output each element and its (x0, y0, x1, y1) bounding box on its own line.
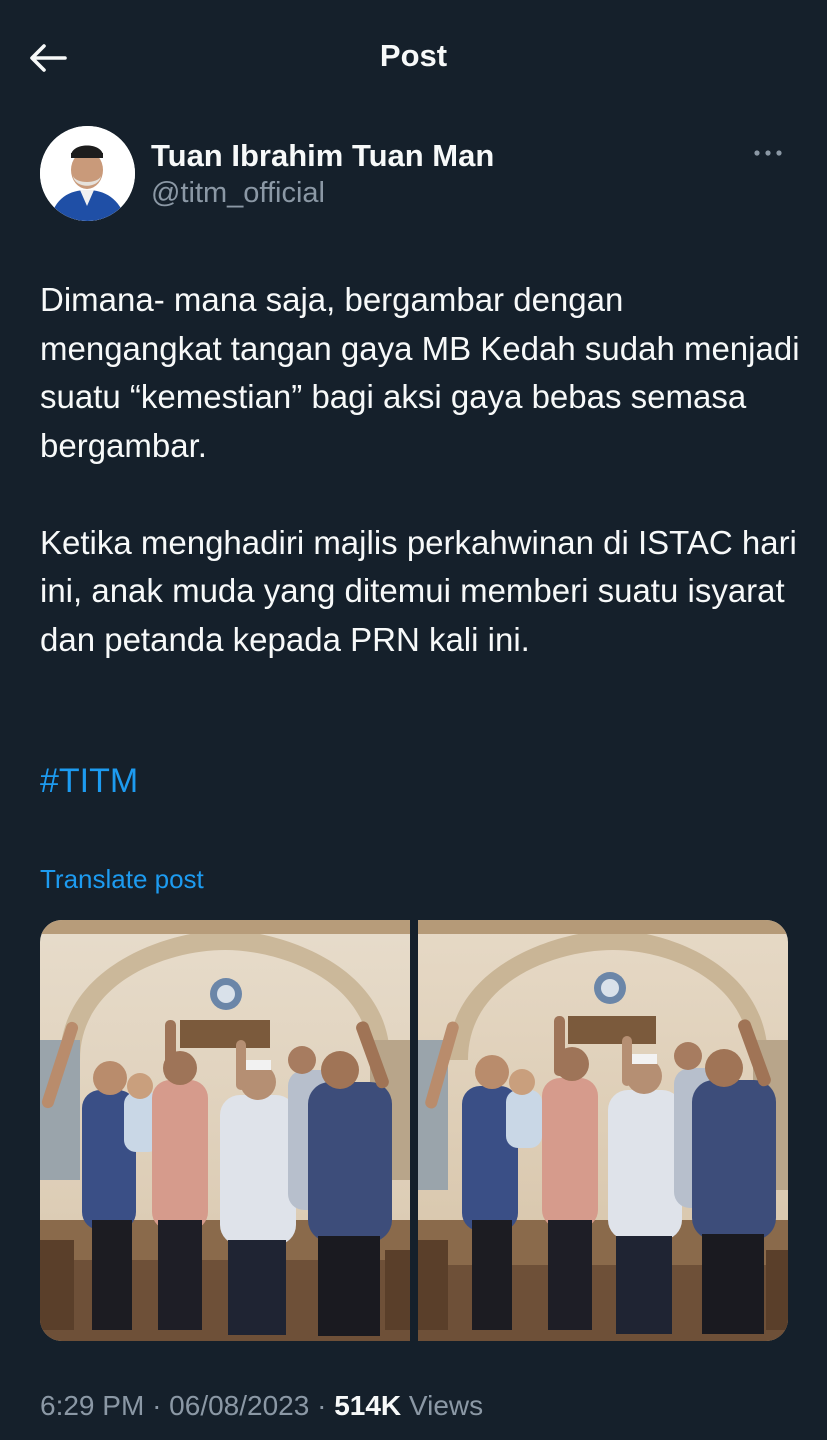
post-page: Post Tuan Ibrahim Tuan Man @titm_officia… (0, 0, 827, 1440)
author-handle[interactable]: @titm_official (151, 177, 325, 210)
meta-separator: · (317, 1390, 327, 1421)
hashtag-link[interactable]: #TITM (40, 762, 138, 801)
avatar[interactable] (40, 126, 135, 221)
author-name[interactable]: Tuan Ibrahim Tuan Man (151, 138, 494, 174)
author-row: Tuan Ibrahim Tuan Man @titm_official (40, 126, 790, 222)
page-title: Post (379, 38, 448, 73)
media-photo-2[interactable] (418, 920, 788, 1341)
post-text: Dimana- mana saja, bergambar dengan meng… (40, 281, 800, 658)
media-photo-1[interactable] (40, 920, 410, 1341)
media-grid (40, 920, 788, 1341)
more-horizontal-icon (754, 150, 782, 156)
more-options-button[interactable] (746, 138, 790, 168)
post-meta: 6:29 PM · 06/08/2023 · 514K Views (40, 1390, 483, 1422)
post-date: 06/08/2023 (169, 1390, 310, 1421)
post-time: 6:29 PM (40, 1390, 145, 1421)
views-count[interactable]: 514K (334, 1390, 401, 1421)
meta-separator: · (152, 1390, 162, 1421)
top-bar: Post (0, 0, 827, 112)
views-label: Views (408, 1390, 484, 1421)
translate-post-link[interactable]: Translate post (40, 864, 204, 895)
